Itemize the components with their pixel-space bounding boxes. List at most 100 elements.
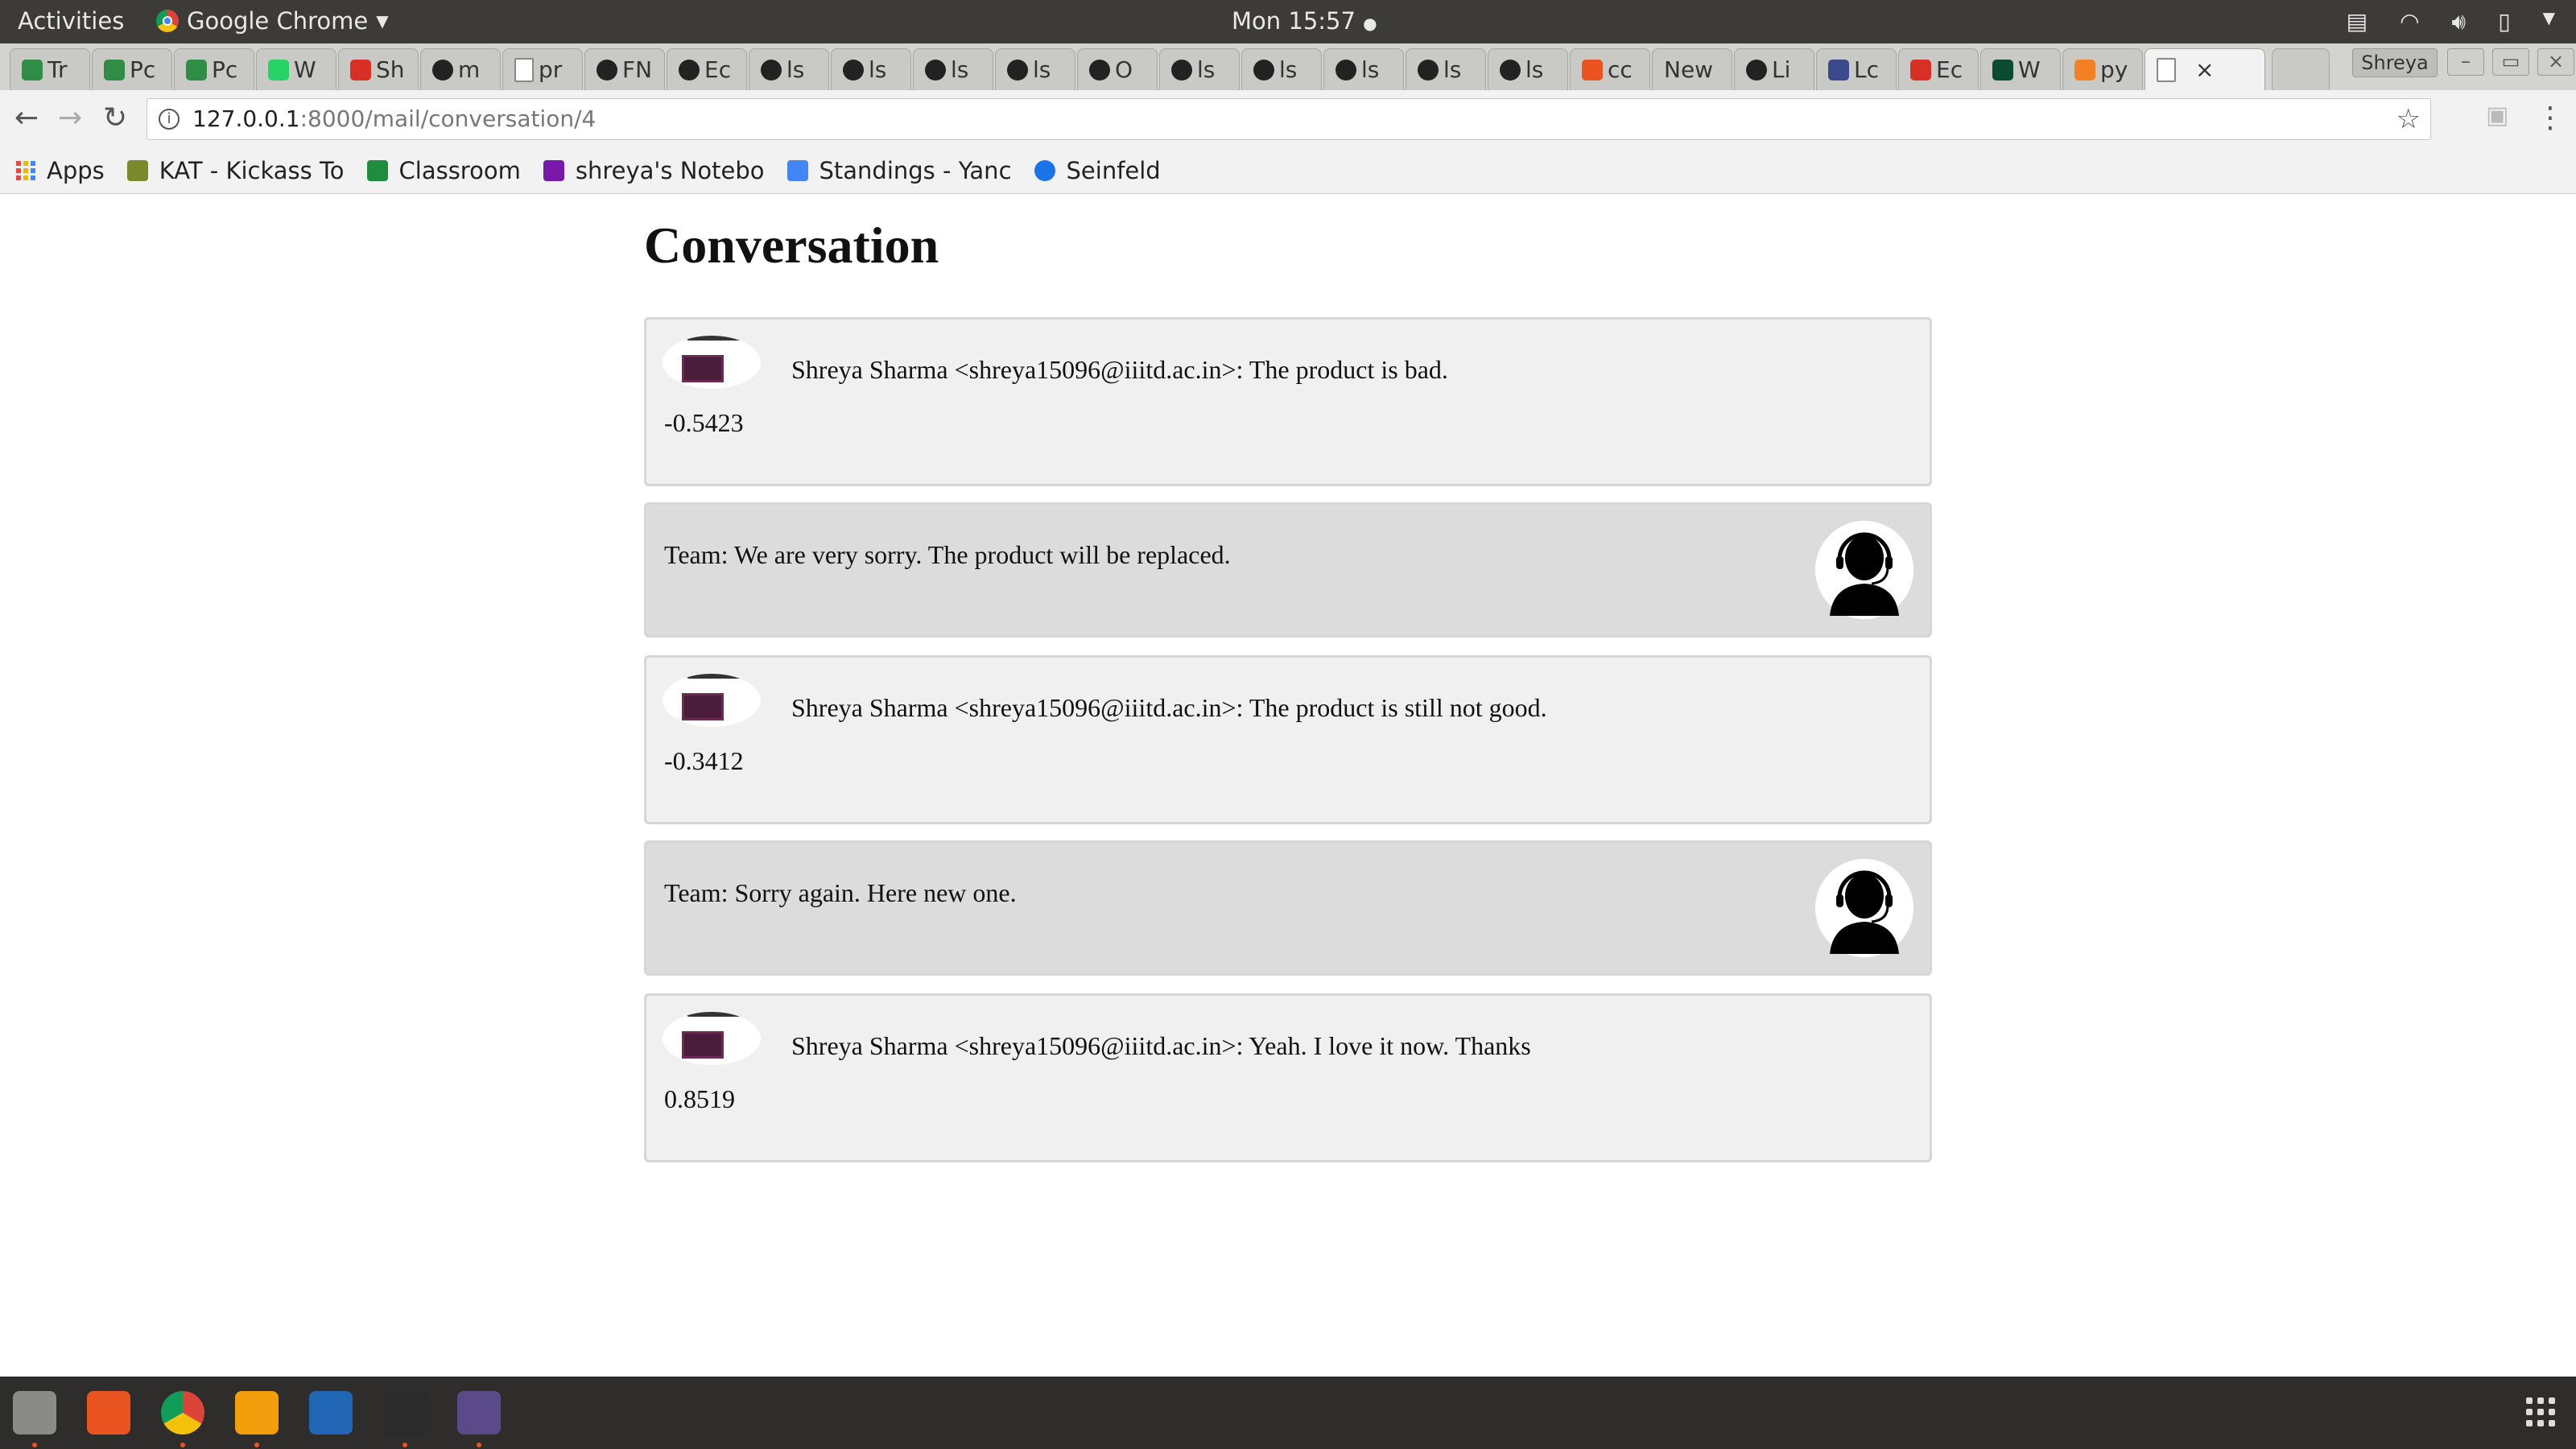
browser-tab[interactable]: py	[2062, 48, 2143, 90]
tab-label: Ec	[1936, 56, 1963, 83]
clock[interactable]: Mon 15:57 ●	[1232, 7, 1377, 35]
forward-arrow-icon[interactable]: →	[58, 101, 82, 134]
tab-label: ls	[1361, 56, 1380, 83]
system-menu-chevron-icon[interactable]: ▼	[2543, 8, 2555, 35]
message-text: Shreya Sharma <shreya15096@iiitd.ac.in>:…	[791, 355, 1448, 384]
bookmark-label: KAT - Kickass To	[159, 157, 345, 184]
page-icon	[514, 57, 534, 82]
new-tab-button[interactable]	[2272, 48, 2330, 90]
tab-label: W	[294, 56, 316, 83]
onenote-icon	[543, 160, 564, 181]
browser-tab[interactable]: ls	[995, 48, 1075, 90]
close-window-icon[interactable]: ×	[2537, 48, 2574, 76]
tab-label: ls	[1279, 56, 1298, 83]
tab-label: Lc	[1854, 56, 1879, 83]
browser-tab[interactable]: FN	[584, 48, 665, 90]
page-icon	[2157, 57, 2176, 82]
github-icon	[1500, 59, 1521, 80]
browser-toolbar: ← → ↻ i 127.0.0.1:8000/mail/conversation…	[0, 90, 2576, 148]
askubuntu-icon	[1582, 59, 1603, 80]
github-icon	[843, 59, 864, 80]
show-applications-icon[interactable]	[2526, 1397, 2555, 1426]
browser-tab[interactable]: Tr	[10, 48, 90, 90]
tab-label: ls	[1033, 56, 1051, 83]
maximize-icon[interactable]: ▭	[2492, 48, 2529, 76]
github-icon	[432, 59, 453, 80]
volume-icon[interactable]: 🔊︎	[2452, 8, 2467, 35]
gmail-icon	[1910, 59, 1931, 80]
system-top-bar: Activities Google Chrome ▼ Mon 15:57 ● ▤…	[0, 0, 2576, 43]
browser-tab[interactable]: Ec	[667, 48, 747, 90]
battery-icon[interactable]: ▯	[2498, 8, 2510, 35]
github-icon	[1335, 59, 1356, 80]
browser-tab[interactable]: ls	[1488, 48, 1568, 90]
r-studio-icon[interactable]	[309, 1391, 353, 1435]
bookmark-star-icon[interactable]: ☆	[2396, 99, 2421, 139]
bookmark-item[interactable]: Seinfeld	[1034, 157, 1161, 184]
cast-icon[interactable]: ▣	[2486, 101, 2508, 130]
bookmark-item[interactable]: KAT - Kickass To	[126, 157, 345, 184]
reload-icon[interactable]: ↻	[103, 101, 127, 134]
chrome-icon[interactable]	[161, 1391, 204, 1435]
tab-strip: Tr Pc Pc W Sh m pr FN Ec ls ls ls ls Ols ls ls ls ls cc New…	[0, 43, 2576, 91]
activities-button[interactable]: Activities	[18, 7, 124, 35]
github-icon	[1007, 59, 1028, 80]
browser-tab[interactable]: New	[1652, 48, 1732, 90]
keyboard-layout-icon[interactable]: ▤	[2347, 8, 2368, 35]
bookmark-item[interactable]: Classroom	[366, 157, 521, 184]
gfg-icon	[22, 59, 43, 80]
bookmark-item[interactable]: Apps	[16, 157, 105, 184]
apps-grid-icon	[16, 161, 35, 180]
support-agent-icon	[1815, 521, 1913, 619]
app-menu[interactable]: Google Chrome ▼	[156, 7, 389, 35]
browser-tab[interactable]: pr	[502, 48, 583, 90]
github-icon	[925, 59, 946, 80]
settings-icon[interactable]	[457, 1391, 501, 1435]
running-indicator	[402, 1443, 407, 1447]
system-tray[interactable]: ▤ ◠ 🔊︎ ▯ ▼	[2347, 8, 2555, 35]
browser-tab[interactable]: ls	[1241, 48, 1322, 90]
customer-message: Shreya Sharma <shreya15096@iiitd.ac.in>:…	[644, 317, 1932, 486]
browser-tab[interactable]: Ec	[1898, 48, 1979, 90]
browser-tab[interactable]: Li	[1734, 48, 1814, 90]
support-agent-icon	[1815, 859, 1913, 957]
minimize-icon[interactable]: –	[2447, 48, 2484, 76]
files-icon[interactable]	[13, 1391, 56, 1435]
running-indicator	[477, 1443, 481, 1447]
browser-tab[interactable]: Sh	[338, 48, 419, 90]
tab-close-icon[interactable]: ×	[2195, 56, 2214, 83]
profile-button[interactable]: Shreya	[2352, 48, 2438, 77]
tab-label: Ec	[704, 56, 732, 83]
browser-tab[interactable]: Pc	[92, 48, 172, 90]
browser-tab[interactable]: cc	[1570, 48, 1650, 90]
browser-tab[interactable]: m	[420, 48, 501, 90]
classroom-icon	[366, 160, 388, 181]
browser-tab[interactable]: W	[256, 48, 336, 90]
address-bar[interactable]: i 127.0.0.1:8000/mail/conversation/4 ☆	[147, 98, 2431, 140]
bookmark-item[interactable]: Standings - Yanc	[786, 157, 1012, 184]
terminal-icon[interactable]	[383, 1391, 427, 1435]
tab-label: FN	[622, 56, 653, 83]
tab-active[interactable]: ×	[2145, 48, 2265, 90]
info-icon[interactable]: i	[159, 109, 180, 130]
github-icon	[1089, 59, 1110, 80]
browser-tab[interactable]: O	[1077, 48, 1158, 90]
bar-chart-icon	[786, 160, 808, 181]
chrome-menu-icon[interactable]: ⋮	[2536, 101, 2565, 134]
browser-tab[interactable]: ls	[1406, 48, 1486, 90]
browser-tab[interactable]: ls	[749, 48, 829, 90]
browser-tab[interactable]: ls	[831, 48, 911, 90]
github-icon	[761, 59, 782, 80]
software-center-icon[interactable]	[87, 1391, 130, 1435]
browser-tab[interactable]: W	[1980, 48, 2061, 90]
back-arrow-icon[interactable]: ←	[14, 101, 39, 134]
kat-shield-icon	[126, 160, 148, 181]
browser-tab[interactable]: ls	[1323, 48, 1404, 90]
browser-tab[interactable]: ls	[913, 48, 993, 90]
browser-tab[interactable]: ls	[1159, 48, 1240, 90]
bookmark-item[interactable]: shreya's Notebo	[543, 157, 765, 184]
browser-tab[interactable]: Pc	[174, 48, 254, 90]
wifi-icon[interactable]: ◠	[2400, 8, 2419, 35]
browser-tab[interactable]: Lc	[1816, 48, 1897, 90]
sublime-text-icon[interactable]	[235, 1391, 279, 1435]
